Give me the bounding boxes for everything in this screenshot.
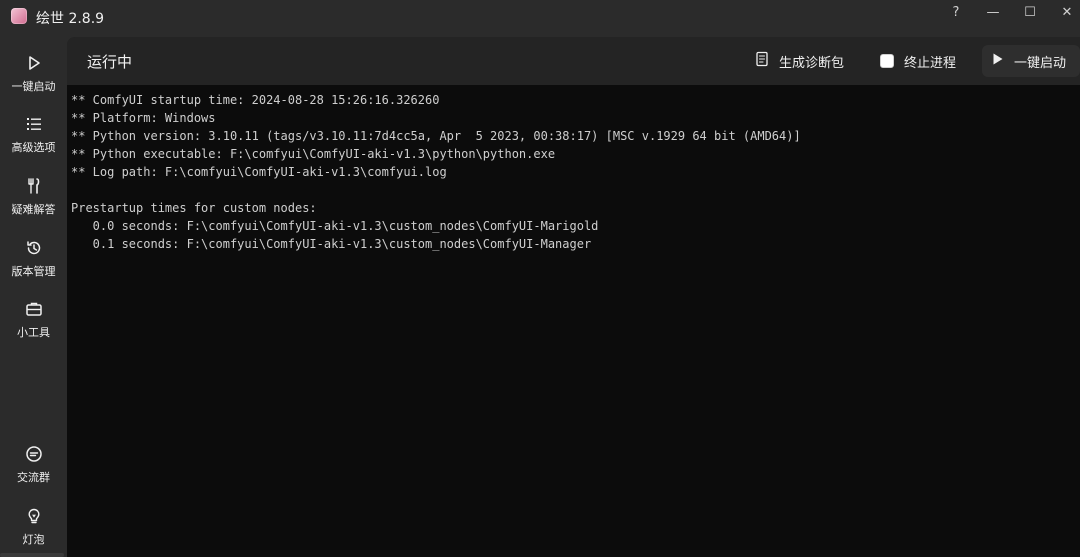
sidebar-item-tools[interactable]: 小工具 (0, 292, 67, 350)
tools-icon (23, 175, 45, 197)
play-icon (23, 52, 45, 74)
minimize-button[interactable]: — (975, 0, 1011, 24)
app-window: 绘世 2.8.9 ? — ☐ ✕ 一键启动 高级选项 疑难解答 版本管理 小工具… (0, 0, 1080, 557)
page-title: 运行中 (87, 53, 133, 71)
sidebar-item-bulb[interactable]: 灯泡 (0, 499, 67, 557)
play-filled-icon (992, 52, 1004, 70)
console-line: 0.1 seconds: F:\comfyui\ComfyUI-aki-v1.3… (71, 237, 592, 251)
bulb-icon (23, 505, 45, 527)
document-icon (755, 51, 769, 71)
terminate-process-label: 终止进程 (904, 55, 957, 71)
sidebar-item-label: 版本管理 (11, 265, 56, 278)
sidebar-item-label: 高级选项 (11, 141, 56, 154)
help-button[interactable]: ? (938, 0, 974, 24)
title-bar: 绘世 2.8.9 ? — ☐ ✕ (0, 0, 1080, 36)
console-line: ** Python executable: F:\comfyui\ComfyUI… (71, 147, 556, 161)
console-line: ** Python version: 3.10.11 (tags/v3.10.1… (71, 129, 801, 143)
sidebar-selection-indicator (0, 553, 64, 557)
maximize-button[interactable]: ☐ (1012, 0, 1048, 24)
sidebar-item-label: 灯泡 (22, 533, 45, 546)
quick-start-label: 一键启动 (1014, 55, 1067, 71)
sidebar-item-troubleshooting[interactable]: 疑难解答 (0, 169, 67, 227)
generate-diagnostics-button[interactable]: 生成诊断包 (745, 45, 854, 77)
sidebar-item-label: 交流群 (17, 471, 50, 484)
sidebar-item-label: 疑难解答 (11, 203, 56, 216)
sidebar-item-quick-start[interactable]: 一键启动 (0, 46, 67, 104)
generate-diagnostics-label: 生成诊断包 (779, 55, 845, 71)
list-icon (23, 113, 45, 135)
console-line: ** Platform: Windows (71, 111, 216, 125)
window-title: 绘世 2.8.9 (36, 11, 105, 27)
main-panel: 运行中 生成诊断包 终止进程 一键启动 ** ComfyUI startup t… (67, 37, 1080, 557)
sidebar-item-community[interactable]: 交流群 (0, 437, 67, 495)
console-line: Prestartup times for custom nodes: (71, 201, 317, 215)
close-button[interactable]: ✕ (1049, 0, 1080, 24)
sidebar-item-version-management[interactable]: 版本管理 (0, 231, 67, 289)
console-output[interactable]: ** ComfyUI startup time: 2024-08-28 15:2… (67, 85, 1080, 557)
console-line: ** Log path: F:\comfyui\ComfyUI-aki-v1.3… (71, 165, 447, 179)
terminate-process-checkbox[interactable] (880, 54, 894, 68)
main-header: 运行中 生成诊断包 终止进程 一键启动 (67, 37, 1080, 85)
sidebar: 一键启动 高级选项 疑难解答 版本管理 小工具 交流群 灯泡 (0, 36, 67, 557)
quick-start-button[interactable]: 一键启动 (982, 45, 1080, 77)
sidebar-item-label: 小工具 (17, 326, 50, 339)
toolbox-icon (23, 298, 45, 320)
sidebar-item-label: 一键启动 (11, 80, 56, 93)
sidebar-item-advanced-options[interactable]: 高级选项 (0, 107, 67, 165)
app-logo-icon (11, 8, 27, 24)
history-icon (23, 237, 45, 259)
console-line: ** ComfyUI startup time: 2024-08-28 15:2… (71, 93, 440, 107)
chat-icon (23, 443, 45, 465)
console-line: 0.0 seconds: F:\comfyui\ComfyUI-aki-v1.3… (71, 219, 599, 233)
terminate-process-button[interactable]: 终止进程 (870, 45, 966, 77)
